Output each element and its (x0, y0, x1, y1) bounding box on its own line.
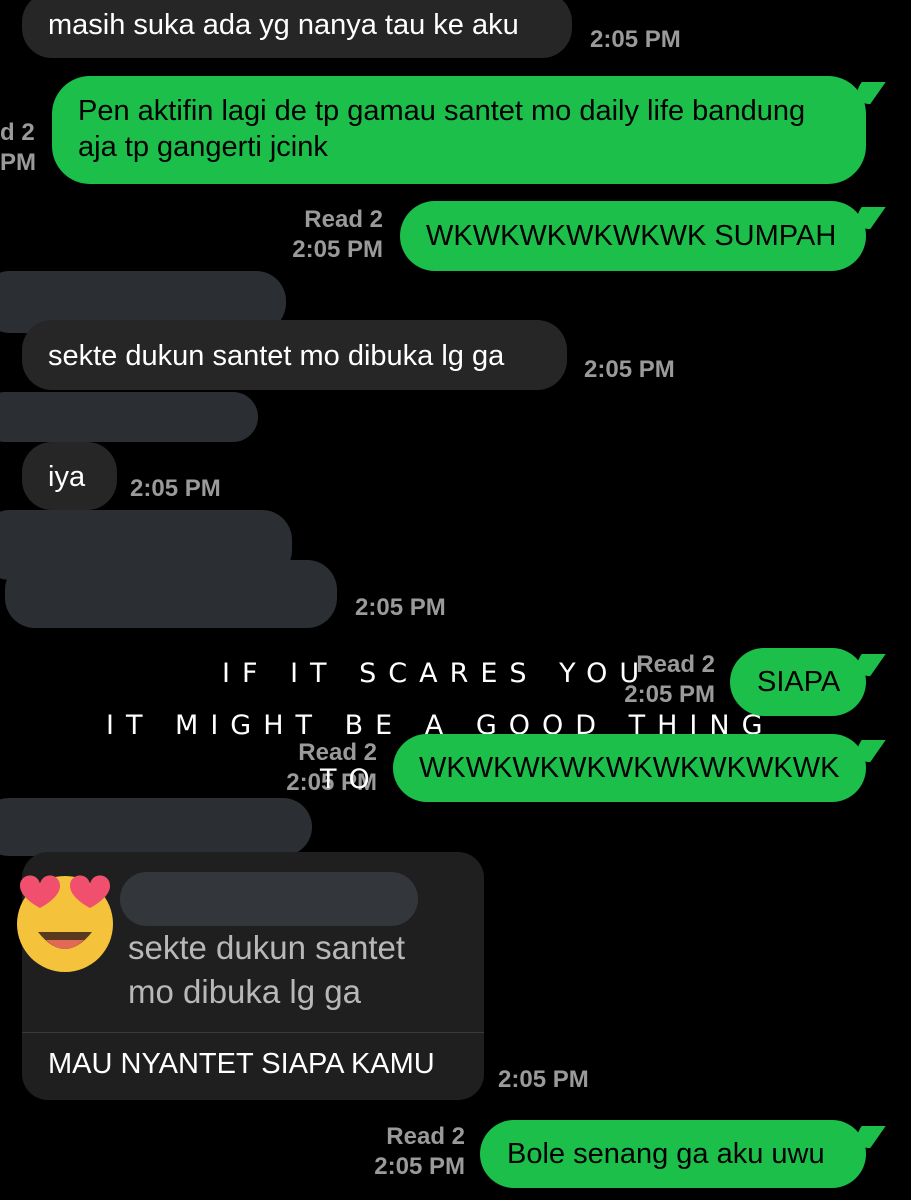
read-receipt: Read 2 2:05 PM (250, 205, 383, 265)
incoming-message[interactable]: sekte dukun santet mo dibuka lg ga (22, 320, 567, 390)
message-text: iya (48, 461, 86, 493)
overlay-caption-line-2: IT MIGHT BE A GOOD THING (106, 710, 775, 736)
message-text: MAU NYANTET SIAPA KAMU (48, 1048, 435, 1080)
outgoing-message[interactable]: WKWKWKWKWKWKWKWKWK (393, 734, 866, 802)
redacted-name (0, 798, 312, 856)
outgoing-message[interactable]: SIAPA (730, 648, 866, 716)
redacted-message[interactable] (5, 560, 337, 628)
read-label: Read 2 (386, 1123, 465, 1150)
overlay-caption-line-3: TO (320, 764, 382, 795)
redacted-name (0, 392, 258, 442)
read-label: Read 2 (636, 651, 715, 678)
message-text: SIAPA (757, 666, 841, 698)
message-text: masih suka ada yg nanya tau ke aku (48, 9, 519, 41)
message-time: 2:05 PM (292, 236, 383, 263)
message-text: Pen aktifin lagi de tp gamau santet mo d… (78, 95, 806, 163)
outgoing-message[interactable]: Pen aktifin lagi de tp gamau santet mo d… (52, 76, 866, 184)
overlay-caption-line-1: IF IT SCARES YOU (222, 658, 652, 689)
message-time: 2:05 PM (498, 1066, 589, 1093)
outgoing-message[interactable]: WKWKWKWKWKWK SUMPAH (400, 201, 866, 271)
quoted-text: sekte dukun santet mo dibuka lg ga (128, 929, 406, 1010)
read-receipt: d 2 PM (0, 118, 36, 178)
reply-divider (22, 1032, 484, 1033)
read-receipt: Read 2 2:05 PM (350, 1122, 465, 1182)
message-text: Bole senang ga aku uwu (507, 1138, 825, 1170)
incoming-message[interactable]: iya (22, 442, 117, 510)
message-time: 2:05 PM (590, 26, 681, 53)
message-time: 2:05 PM (374, 1153, 465, 1180)
message-time: PM (0, 149, 36, 176)
message-text: sekte dukun santet mo dibuka lg ga (48, 340, 505, 372)
message-time: 2:05 PM (584, 356, 675, 383)
message-text: WKWKWKWKWKWKWKWKWK (419, 752, 840, 784)
read-label: Read 2 (304, 206, 383, 233)
message-text: WKWKWKWKWKWK SUMPAH (426, 220, 837, 252)
read-label: d 2 (0, 119, 35, 146)
incoming-message[interactable]: masih suka ada yg nanya tau ke aku (22, 0, 572, 58)
message-time: 2:05 PM (130, 475, 221, 502)
message-time: 2:05 PM (355, 594, 446, 621)
redacted-quote-author (120, 872, 418, 926)
read-receipt: Read 2 2:05 PM (600, 650, 715, 710)
outgoing-message[interactable]: Bole senang ga aku uwu (480, 1120, 866, 1188)
heart-eyes-emoji-icon (10, 866, 120, 974)
message-time: 2:05 PM (624, 681, 715, 708)
